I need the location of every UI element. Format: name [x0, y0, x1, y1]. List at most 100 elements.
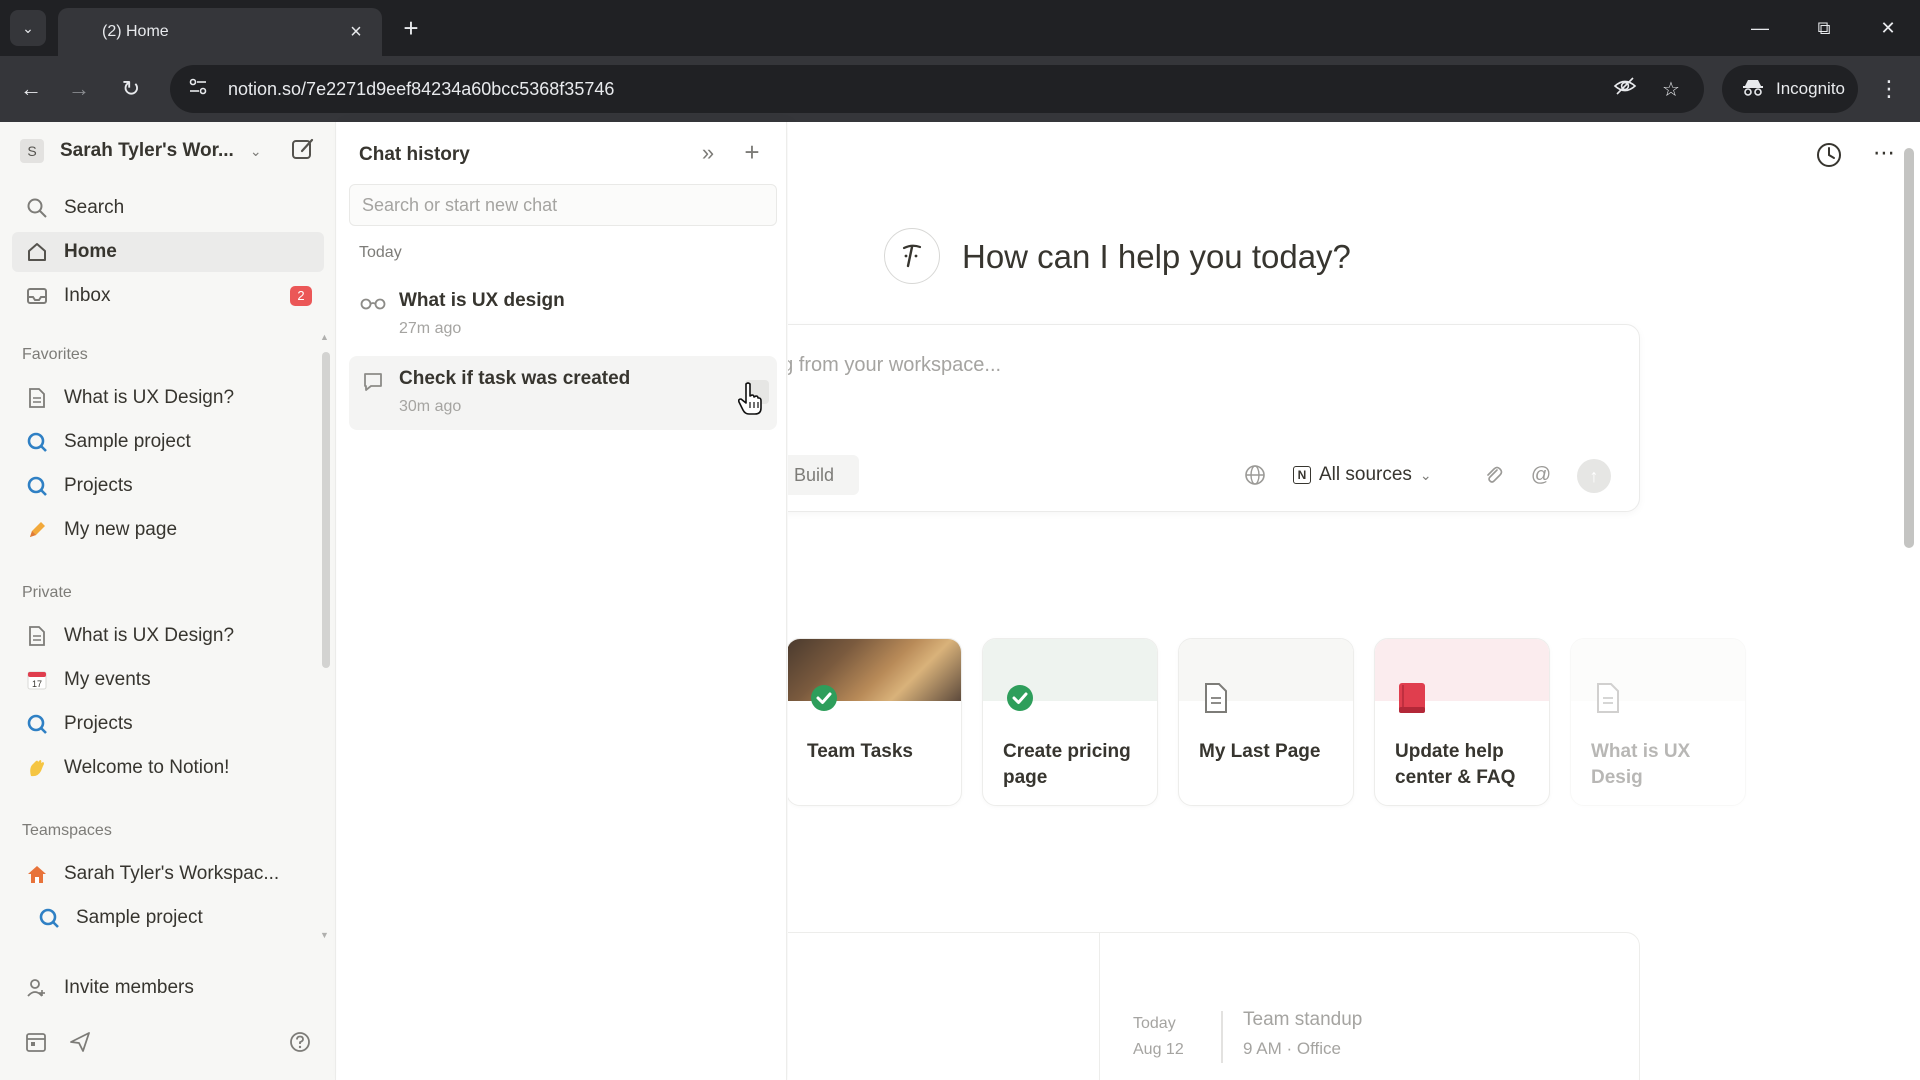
build-mode-button[interactable]: Build — [788, 455, 859, 495]
database-icon — [24, 473, 50, 499]
calendar-day-number: 17 — [32, 679, 42, 689]
sidebar-item-label: What is UX Design? — [64, 625, 235, 646]
check-circle-icon — [807, 681, 841, 715]
chat-history-panel: Chat history » + Today What is UX design… — [337, 122, 787, 1080]
favorites-section-label: Favorites — [22, 346, 88, 363]
ai-prompt-input[interactable] — [788, 349, 1471, 381]
chat-item-title: Check if task was created — [399, 368, 631, 389]
event-title[interactable]: Team standup — [1243, 1009, 1362, 1031]
send-icon[interactable] — [66, 1028, 94, 1056]
glasses-icon — [359, 292, 387, 316]
sidebar-item-private-welcome[interactable]: Welcome to Notion! — [12, 748, 324, 788]
chat-history-title: Chat history — [359, 144, 470, 165]
browser-tab-home[interactable]: (2) Home × — [58, 8, 382, 56]
forward-button[interactable]: → — [62, 72, 96, 106]
reload-button[interactable]: ↻ — [114, 72, 148, 106]
card-team-tasks[interactable]: Team Tasks — [788, 638, 962, 806]
chat-search-input[interactable] — [349, 184, 777, 226]
sidebar-item-teamspace-sample-project[interactable]: Sample project — [24, 898, 336, 938]
event-color-bar — [1221, 1011, 1223, 1063]
wave-icon — [24, 755, 50, 781]
sidebar-item-label: Search — [64, 197, 125, 218]
sidebar-item-favorite-sample-project[interactable]: Sample project — [12, 422, 324, 462]
browser-tab-bar: ⌄ (2) Home × + — ⧉ ✕ — [0, 0, 1920, 56]
close-tab-icon[interactable]: × — [344, 21, 368, 44]
restore-window-button[interactable]: ⧉ — [1804, 10, 1844, 46]
sidebar-item-private-ux-design[interactable]: What is UX Design? — [12, 616, 324, 656]
sidebar-item-favorite-projects[interactable]: Projects — [12, 466, 324, 506]
sidebar-item-inbox[interactable]: Inbox 2 — [12, 276, 324, 316]
calendar-app-icon[interactable] — [22, 1028, 50, 1056]
globe-icon[interactable] — [1239, 459, 1271, 491]
all-sources-dropdown[interactable]: N All sources ⌄ — [1293, 457, 1432, 493]
paperclip-icon[interactable] — [1477, 459, 1509, 491]
sidebar-item-label: Projects — [64, 475, 133, 496]
chat-bubble-icon — [359, 370, 387, 394]
main-scrollbar[interactable] — [1904, 148, 1914, 548]
chat-item-check-task[interactable]: Check if task was created 30m ago — [349, 356, 777, 430]
address-bar[interactable]: notion.so/7e2271d9eef84234a60bcc5368f357… — [170, 65, 1704, 113]
help-icon[interactable] — [286, 1028, 314, 1056]
back-button[interactable]: ← — [14, 72, 48, 106]
sidebar-item-label: My new page — [64, 519, 178, 540]
user-plus-icon — [24, 975, 50, 1001]
more-options-icon[interactable]: ⋯ — [1868, 140, 1900, 172]
event-date: Today Aug 12 — [1133, 1011, 1184, 1063]
minimize-window-button[interactable]: — — [1740, 10, 1780, 46]
workspace-switcher[interactable]: S Sarah Tyler's Wor... ⌄ — [20, 134, 320, 168]
event-date-label: Aug 12 — [1133, 1041, 1184, 1058]
card-update-help-center[interactable]: Update help center & FAQ — [1374, 638, 1550, 806]
chat-item-title: What is UX design — [399, 290, 565, 311]
chevron-down-icon: ⌄ — [22, 19, 34, 36]
card-what-is-ux-design[interactable]: What is UX Desig — [1570, 638, 1746, 806]
notion-logo-icon: N — [1293, 466, 1311, 484]
sidebar-scroll-down-arrow[interactable]: ▼ — [320, 930, 329, 940]
sidebar-item-favorite-my-new-page[interactable]: My new page — [12, 510, 324, 550]
page-icon — [24, 623, 50, 649]
clock-history-icon[interactable] — [1814, 140, 1846, 172]
sidebar-item-private-my-events[interactable]: 17 My events — [12, 660, 324, 700]
inbox-count-badge: 2 — [290, 286, 312, 306]
ai-greeting-heading: How can I help you today? — [962, 238, 1351, 275]
sidebar-item-teamspace-workspace[interactable]: Sarah Tyler's Workspac... — [12, 854, 324, 894]
sidebar-item-home[interactable]: Home — [12, 232, 324, 272]
browser-menu-icon[interactable]: ⋮ — [1874, 72, 1904, 106]
sidebar-item-private-projects[interactable]: Projects — [12, 704, 324, 744]
sidebar-scrollbar[interactable] — [322, 352, 330, 668]
chat-item-time: 30m ago — [399, 398, 462, 415]
new-page-icon[interactable] — [290, 136, 318, 164]
chat-item-ux-design[interactable]: What is UX design 27m ago — [349, 278, 777, 352]
close-window-button[interactable]: ✕ — [1868, 10, 1908, 46]
upcoming-events-widget: Today Aug 12 Team standup 9 AM · Office — [788, 932, 1640, 1080]
collapse-double-chevron-icon[interactable]: » — [693, 138, 723, 168]
card-title: Update help center & FAQ — [1395, 741, 1516, 788]
card-my-last-page[interactable]: My Last Page — [1178, 638, 1354, 806]
new-chat-plus-icon[interactable]: + — [737, 138, 767, 168]
page-icon — [1199, 681, 1233, 715]
sidebar-item-label: Projects — [64, 713, 133, 734]
new-tab-button[interactable]: + — [396, 14, 426, 44]
check-circle-icon — [1003, 681, 1037, 715]
database-icon — [24, 711, 50, 737]
page-icon — [1591, 681, 1625, 715]
site-settings-icon[interactable] — [188, 78, 210, 101]
eye-slash-icon[interactable] — [1610, 76, 1640, 102]
sidebar-scroll-up-arrow[interactable]: ▲ — [320, 332, 329, 342]
mention-at-icon[interactable]: @ — [1525, 459, 1557, 491]
pencil-icon — [24, 517, 50, 543]
sidebar-item-favorite-ux-design[interactable]: What is UX Design? — [12, 378, 324, 418]
ai-prompt-box[interactable]: Build N All sources ⌄ @ ↑ — [788, 324, 1640, 512]
tab-search-button[interactable]: ⌄ — [10, 10, 46, 46]
chat-group-label: Today — [359, 244, 402, 261]
card-create-pricing-page[interactable]: Create pricing page — [982, 638, 1158, 806]
sidebar-item-search[interactable]: Search — [12, 188, 324, 228]
incognito-badge[interactable]: Incognito — [1722, 65, 1858, 113]
house-icon — [24, 861, 50, 887]
sidebar-item-label: Sarah Tyler's Workspac... — [64, 863, 280, 884]
page-icon — [24, 385, 50, 411]
invite-members-button[interactable]: Invite members — [12, 968, 324, 1008]
star-icon[interactable]: ☆ — [1656, 77, 1686, 102]
send-arrow-button[interactable]: ↑ — [1577, 459, 1611, 493]
event-day-label: Today — [1133, 1015, 1176, 1032]
workspace-name: Sarah Tyler's Wor... — [60, 140, 234, 161]
